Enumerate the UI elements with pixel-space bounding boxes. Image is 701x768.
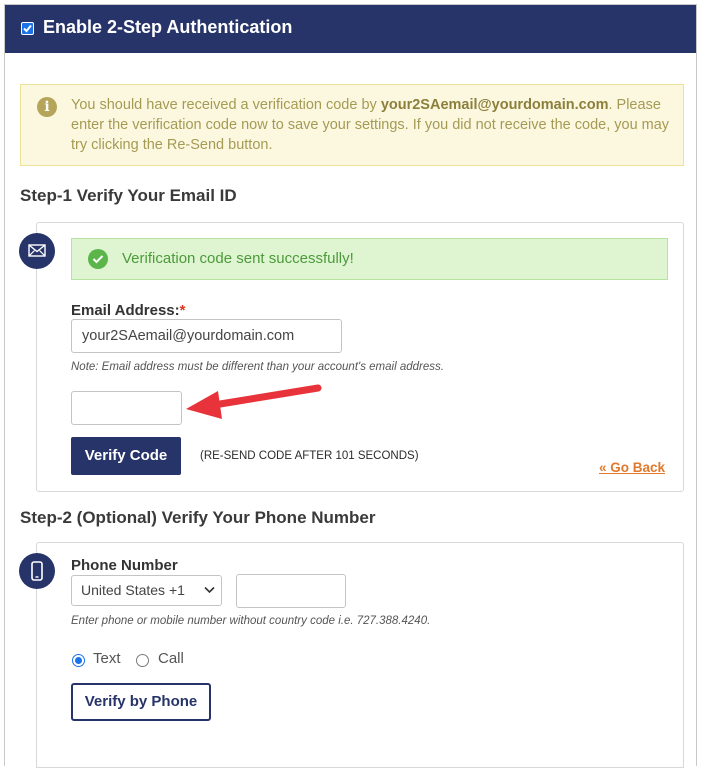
- verify-by-phone-button[interactable]: Verify by Phone: [71, 683, 211, 721]
- email-label: Email Address:*: [71, 302, 186, 319]
- email-label-text: Email Address:: [71, 302, 180, 319]
- step1-title: Step-1 Verify Your Email ID: [20, 186, 237, 205]
- alert-message: You should have received a verification …: [71, 95, 671, 155]
- enable-2sa-checkbox[interactable]: [21, 22, 34, 35]
- email-field[interactable]: [71, 319, 342, 353]
- alert-email: your2SAemail@yourdomain.com: [380, 97, 609, 113]
- email-note: Note: Email address must be different th…: [71, 361, 444, 373]
- page-title: Enable 2-Step Authentication: [43, 17, 293, 37]
- chevron-down-icon: [204, 586, 215, 594]
- phone-label: Phone Number: [71, 557, 178, 574]
- two-step-auth-panel: Enable 2-Step Authentication i You shoul…: [4, 4, 697, 768]
- alert-text-start: You should have received a verification …: [71, 97, 381, 113]
- check-circle-icon: [88, 249, 108, 269]
- phone-number-input[interactable]: [236, 574, 346, 608]
- call-radio-label[interactable]: Call: [158, 650, 184, 667]
- step2-panel: Phone Number United States +1 Enter phon…: [36, 542, 684, 768]
- country-code-select[interactable]: United States +1: [71, 575, 222, 606]
- step1-panel: Verification code sent successfully! Ema…: [36, 222, 684, 492]
- step2-title: Step-2 (Optional) Verify Your Phone Numb…: [20, 508, 376, 527]
- resend-countdown: (RE-SEND CODE AFTER 101 SECONDS): [200, 450, 419, 462]
- section-header: Enable 2-Step Authentication: [5, 5, 696, 53]
- text-radio[interactable]: [72, 654, 85, 667]
- checkmark-icon: [23, 24, 32, 33]
- required-marker: *: [179, 302, 186, 319]
- success-message: Verification code sent successfully!: [122, 250, 354, 267]
- mobile-phone-icon: [19, 553, 55, 589]
- verification-code-input[interactable]: [71, 391, 182, 425]
- info-icon: i: [37, 97, 57, 117]
- success-alert: Verification code sent successfully!: [71, 238, 668, 280]
- verify-code-button[interactable]: Verify Code: [71, 437, 181, 475]
- phone-note: Enter phone or mobile number without cou…: [71, 615, 431, 627]
- info-alert: i You should have received a verificatio…: [20, 84, 684, 166]
- annotation-arrow-icon: [186, 384, 322, 419]
- go-back-link[interactable]: « Go Back: [599, 460, 665, 475]
- envelope-icon: [19, 233, 55, 269]
- country-code-value: United States +1: [81, 582, 185, 598]
- call-radio[interactable]: [136, 654, 149, 667]
- text-radio-label[interactable]: Text: [93, 650, 121, 667]
